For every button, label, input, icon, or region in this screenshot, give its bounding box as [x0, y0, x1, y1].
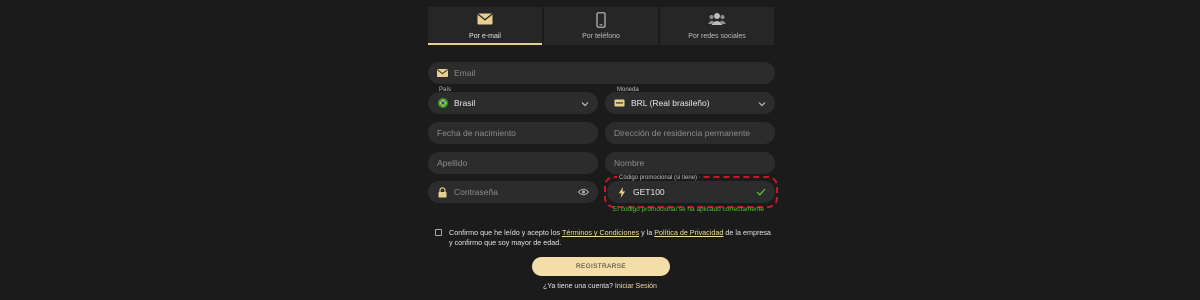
- surname-placeholder: Apellido: [437, 158, 468, 168]
- tab-social-label: Por redes sociales: [688, 33, 746, 40]
- login-prompt: ¿Ya tiene una cuenta?: [543, 283, 613, 290]
- terms-link[interactable]: Términos y Condiciones: [562, 228, 639, 237]
- email-placeholder: Email: [454, 68, 476, 78]
- envelope-icon: [437, 68, 448, 79]
- address-field[interactable]: Dirección de residencia permanente: [605, 122, 775, 144]
- name-placeholder: Nombre: [614, 158, 645, 168]
- consent-checkbox[interactable]: [435, 229, 442, 236]
- password-placeholder: Contraseña: [454, 187, 498, 197]
- envelope-icon: [477, 12, 493, 30]
- password-field[interactable]: Contraseña: [428, 181, 598, 203]
- promo-code-field[interactable]: GET100: [607, 181, 775, 203]
- tab-email[interactable]: Por e-mail: [428, 7, 542, 45]
- lock-icon: [437, 186, 448, 198]
- currency-select[interactable]: BRL (Real brasileño): [605, 92, 775, 114]
- name-field[interactable]: Nombre: [605, 152, 775, 174]
- consent-prefix: Confirmo que he leído y acepto los: [449, 228, 561, 237]
- consent-text: Confirmo que he leído y acepto los Térmi…: [449, 228, 771, 248]
- check-icon: [756, 188, 766, 198]
- brazil-flag-icon: [437, 98, 448, 109]
- privacy-link[interactable]: Política de Privacidad: [654, 228, 723, 237]
- currency-value: BRL (Real brasileño): [631, 98, 710, 108]
- country-select[interactable]: Brasil: [428, 92, 598, 114]
- surname-field[interactable]: Apellido: [428, 152, 598, 174]
- phone-icon: [596, 12, 606, 33]
- tab-email-label: Por e-mail: [469, 33, 501, 40]
- birthdate-field[interactable]: Fecha de nacimiento: [428, 122, 598, 144]
- tab-phone-label: Por teléfono: [582, 33, 620, 40]
- login-prompt-line: ¿Ya tiene una cuenta? Iniciar Sesión: [0, 283, 1200, 290]
- country-value: Brasil: [454, 98, 476, 108]
- register-button[interactable]: REGISTRARSE: [532, 257, 670, 276]
- banknote-icon: [614, 98, 625, 109]
- eye-icon[interactable]: [577, 188, 590, 198]
- chevron-down-icon: [581, 99, 589, 109]
- tab-phone[interactable]: Por teléfono: [544, 7, 658, 45]
- login-link[interactable]: Iniciar Sesión: [615, 283, 657, 290]
- lightning-icon: [616, 186, 627, 198]
- email-field[interactable]: Email: [428, 62, 775, 84]
- promo-code-value: GET100: [633, 187, 665, 197]
- promo-success-message: El código promocional se ha aplicado cor…: [613, 206, 765, 213]
- chevron-down-icon: [758, 99, 766, 109]
- tab-social[interactable]: Por redes sociales: [660, 7, 774, 45]
- address-placeholder: Dirección de residencia permanente: [614, 128, 751, 138]
- users-icon: [708, 12, 726, 31]
- birthdate-placeholder: Fecha de nacimiento: [437, 128, 516, 138]
- consent-middle: y la: [641, 228, 653, 237]
- promo-code-label: Código promocional (si tiene): [617, 175, 700, 181]
